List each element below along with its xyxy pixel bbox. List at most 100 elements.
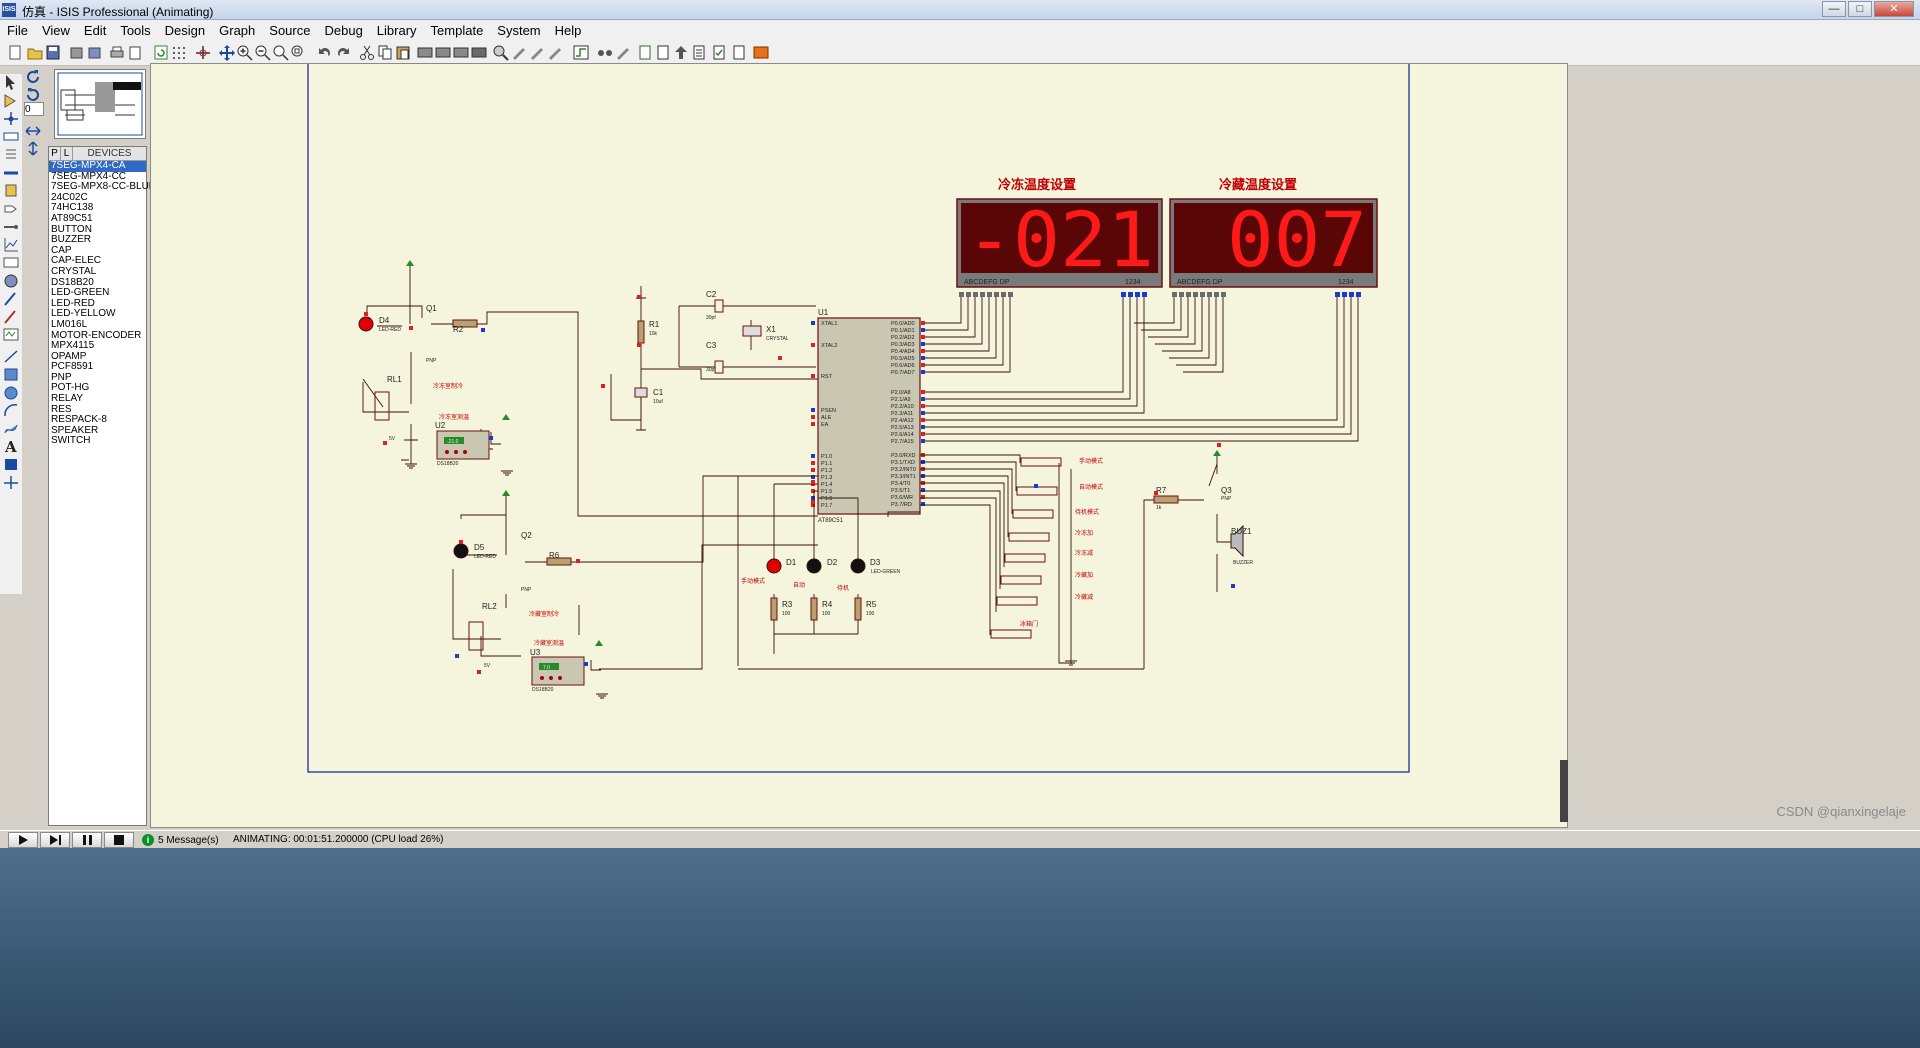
zoom-out-icon[interactable] <box>254 44 272 61</box>
button-cold-down[interactable] <box>996 596 1038 606</box>
path-draw-icon[interactable] <box>2 420 20 437</box>
block-copy-icon[interactable] <box>416 44 434 61</box>
current-probe-icon[interactable] <box>2 308 20 325</box>
library-manager-tab[interactable]: L <box>61 147 73 160</box>
redo-icon[interactable] <box>334 44 352 61</box>
decompose-icon[interactable] <box>546 44 564 61</box>
page-setup-icon[interactable] <box>126 44 144 61</box>
menu-view[interactable]: View <box>35 20 77 40</box>
component-mode-icon[interactable] <box>2 92 20 109</box>
device-pin-icon[interactable] <box>2 218 20 235</box>
symbol-draw-icon[interactable] <box>2 456 20 473</box>
save-icon[interactable] <box>44 44 62 61</box>
make-device-icon[interactable] <box>510 44 528 61</box>
mirror-horizontal-icon[interactable] <box>24 122 42 142</box>
button-freeze-down[interactable] <box>1004 553 1046 563</box>
overview-window[interactable] <box>54 69 146 139</box>
netlist-icon[interactable] <box>730 44 748 61</box>
button-cold-up[interactable] <box>1000 575 1042 585</box>
cut-icon[interactable] <box>358 44 376 61</box>
menu-library[interactable]: Library <box>370 20 424 40</box>
block-rotate-icon[interactable] <box>452 44 470 61</box>
selection-mode-icon[interactable] <box>2 74 20 91</box>
messages-indicator[interactable]: i 5 Message(s) <box>142 832 228 848</box>
device-list-item[interactable]: 7SEG-MPX4-CA <box>49 160 146 172</box>
menu-help[interactable]: Help <box>548 20 589 40</box>
mirror-vertical-icon[interactable] <box>24 140 42 160</box>
zoom-in-icon[interactable] <box>236 44 254 61</box>
arc-draw-icon[interactable] <box>2 402 20 419</box>
menu-file[interactable]: File <box>0 20 35 40</box>
switch-door[interactable] <box>990 629 1032 639</box>
remove-sheet-icon[interactable] <box>654 44 672 61</box>
print-icon[interactable] <box>108 44 126 61</box>
menu-edit[interactable]: Edit <box>77 20 113 40</box>
new-sheet-icon[interactable] <box>636 44 654 61</box>
play-button[interactable] <box>8 832 38 848</box>
pick-devices-tab[interactable]: P <box>49 147 61 160</box>
pause-button[interactable] <box>72 832 102 848</box>
button-standby-mode[interactable] <box>1012 509 1054 519</box>
wire-autorouter-icon[interactable] <box>572 44 590 61</box>
virtual-instrument-icon[interactable] <box>2 326 20 343</box>
bus-icon[interactable] <box>2 164 20 181</box>
stop-button[interactable] <box>104 832 134 848</box>
line-draw-icon[interactable] <box>2 348 20 365</box>
menu-tools[interactable]: Tools <box>113 20 157 40</box>
menu-design[interactable]: Design <box>158 20 212 40</box>
pan-icon[interactable] <box>218 44 236 61</box>
grid-icon[interactable] <box>170 44 188 61</box>
new-file-icon[interactable] <box>6 44 24 61</box>
vertical-scrollbar[interactable] <box>1560 760 1568 822</box>
copy-icon[interactable] <box>376 44 394 61</box>
tape-recorder-icon[interactable] <box>2 254 20 271</box>
zoom-all-icon[interactable] <box>272 44 290 61</box>
circle-draw-icon[interactable] <box>2 384 20 401</box>
device-list-item[interactable]: AT89C51 <box>49 213 146 225</box>
menu-template[interactable]: Template <box>424 20 491 40</box>
junction-dot-icon[interactable] <box>2 110 20 127</box>
electrical-rule-check-icon[interactable] <box>710 44 728 61</box>
search-tag-icon[interactable] <box>596 44 614 61</box>
menu-source[interactable]: Source <box>262 20 317 40</box>
button-freeze-up[interactable] <box>1008 532 1050 542</box>
box-draw-icon[interactable] <box>2 366 20 383</box>
export-icon[interactable] <box>86 44 104 61</box>
rotation-angle-field[interactable] <box>24 102 44 116</box>
button-auto-mode[interactable] <box>1016 486 1058 496</box>
marker-draw-icon[interactable] <box>2 474 20 491</box>
wire-label-icon[interactable] <box>2 128 20 145</box>
graph-icon[interactable] <box>2 236 20 253</box>
menu-debug[interactable]: Debug <box>317 20 369 40</box>
device-list-item[interactable]: LM016L <box>49 319 146 331</box>
device-list-item[interactable]: SWITCH <box>49 436 146 447</box>
terminal-icon[interactable] <box>2 200 20 217</box>
ares-icon[interactable] <box>752 44 770 61</box>
import-icon[interactable] <box>68 44 86 61</box>
open-folder-icon[interactable] <box>26 44 44 61</box>
package-tool-icon[interactable] <box>528 44 546 61</box>
menu-system[interactable]: System <box>490 20 547 40</box>
zoom-area-icon[interactable] <box>290 44 308 61</box>
block-move-icon[interactable] <box>434 44 452 61</box>
button-manual-mode[interactable] <box>1020 457 1062 467</box>
pick-device-icon[interactable] <box>492 44 510 61</box>
schematic-canvas[interactable]: 冷冻温度设置 -021 ABCDEFG DP 1234 冷藏温度设置 007 A… <box>150 63 1568 828</box>
property-tool-icon[interactable] <box>614 44 632 61</box>
subcircuit-icon[interactable] <box>2 182 20 199</box>
refresh-icon[interactable] <box>152 44 170 61</box>
maximize-button[interactable]: □ <box>1848 1 1872 17</box>
origin-icon[interactable] <box>194 44 212 61</box>
text-draw-icon[interactable]: A <box>2 438 20 456</box>
paste-icon[interactable] <box>394 44 412 61</box>
generator-icon[interactable] <box>2 272 20 289</box>
text-script-icon[interactable] <box>2 146 20 163</box>
bill-of-materials-icon[interactable] <box>690 44 708 61</box>
block-delete-icon[interactable] <box>470 44 488 61</box>
undo-icon[interactable] <box>316 44 334 61</box>
minimize-button[interactable]: — <box>1822 1 1846 17</box>
step-button[interactable] <box>40 832 70 848</box>
device-list-item[interactable]: CRYSTAL <box>49 266 146 278</box>
exit-to-parent-icon[interactable] <box>672 44 690 61</box>
menu-graph[interactable]: Graph <box>212 20 262 40</box>
